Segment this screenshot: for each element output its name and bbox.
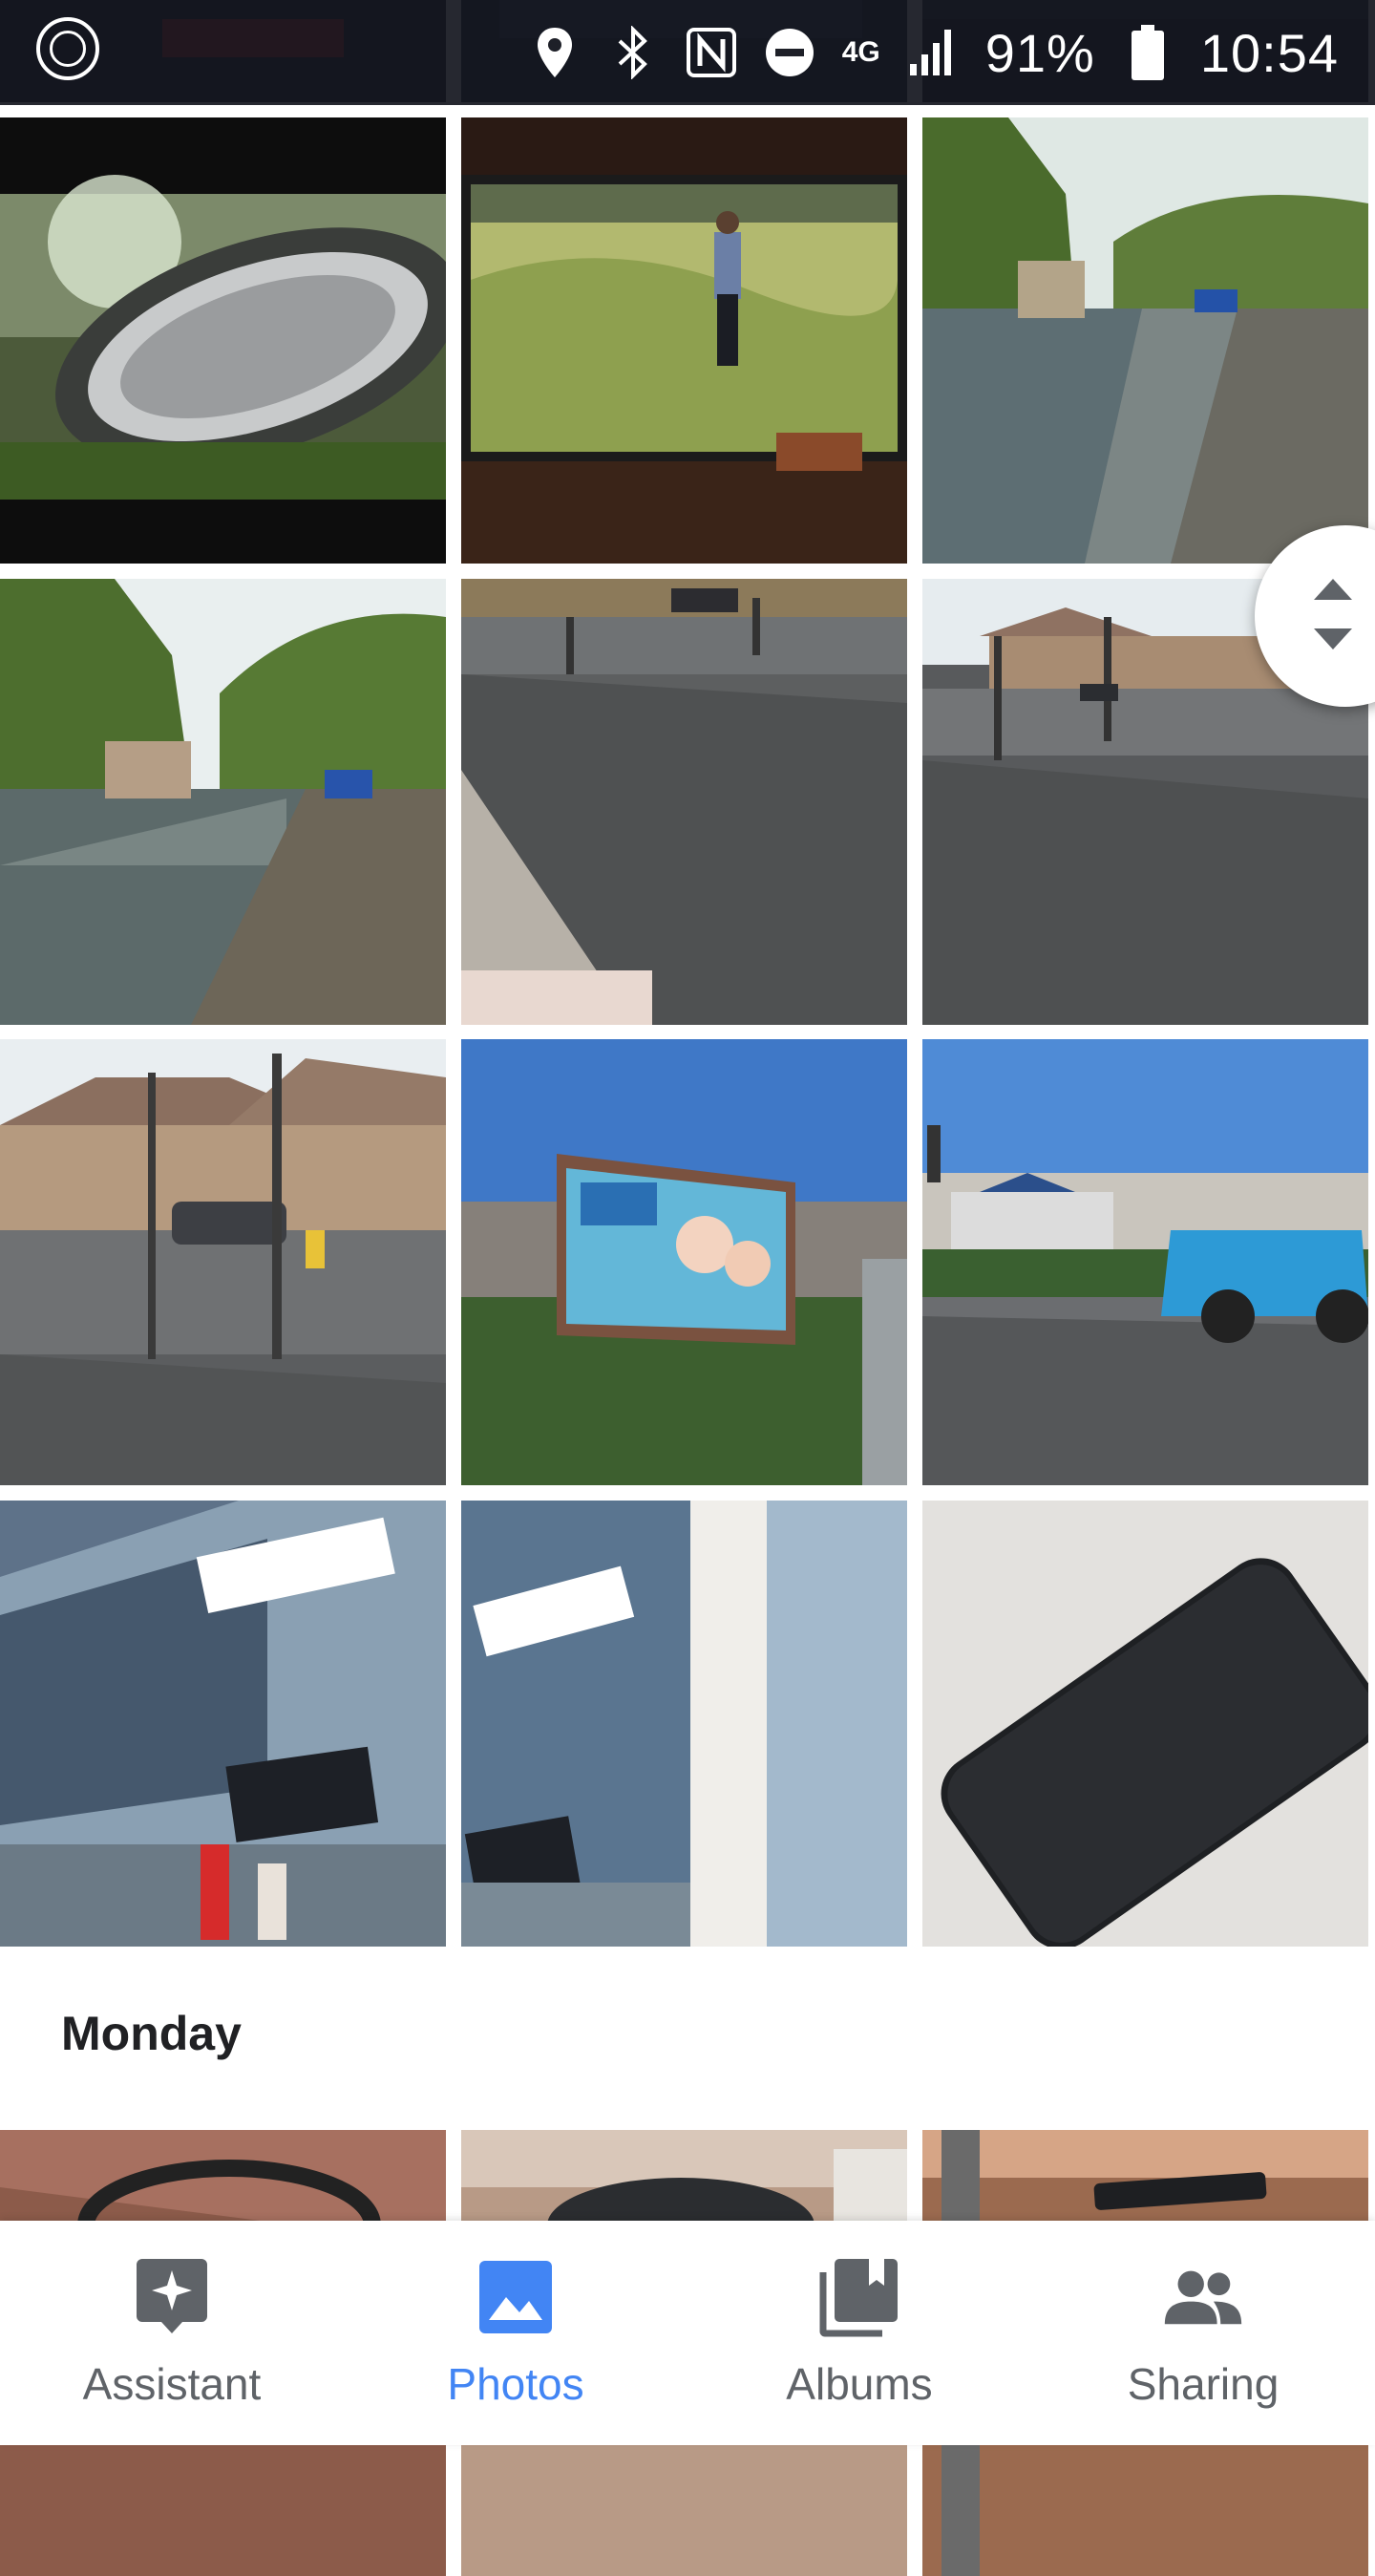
photo-costa-next-store[interactable]: [0, 1501, 446, 1947]
nav-photos-label: Photos: [447, 2359, 584, 2409]
photo-back-to-school-billboard[interactable]: [461, 1039, 907, 1485]
bluetooth-icon: [607, 24, 659, 81]
signal-icon: [907, 24, 959, 81]
assistant-icon: [132, 2257, 212, 2337]
nav-albums-label: Albums: [786, 2359, 933, 2409]
photo-canal-boat-1[interactable]: [922, 117, 1368, 564]
bottom-navigation: Assistant Photos Albums Sharing: [0, 2221, 1375, 2445]
nav-albums[interactable]: Albums: [688, 2221, 1031, 2445]
battery-percent: 91%: [984, 22, 1095, 83]
nav-sharing[interactable]: Sharing: [1031, 2221, 1375, 2445]
assistant-status-icon: [36, 17, 99, 80]
fast-scroll-handle[interactable]: [1255, 525, 1375, 707]
photo-road-kerb[interactable]: [461, 579, 907, 1025]
nav-assistant-label: Assistant: [82, 2359, 262, 2409]
photo-phone-on-table[interactable]: [922, 1501, 1368, 1947]
nav-sharing-label: Sharing: [1127, 2359, 1280, 2409]
battery-icon: [1122, 24, 1174, 81]
photo-canal-boat-2[interactable]: [0, 579, 446, 1025]
network-type-label: 4G: [841, 36, 880, 68]
photo-golfer-on-tv[interactable]: [461, 117, 907, 564]
sharing-icon: [1163, 2257, 1243, 2337]
nav-assistant[interactable]: Assistant: [0, 2221, 344, 2445]
section-header-monday: Monday: [61, 2007, 242, 2060]
nav-photos[interactable]: Photos: [344, 2221, 688, 2445]
do-not-disturb-icon: [764, 24, 815, 81]
photo-blue-car-retail-park[interactable]: [922, 1039, 1368, 1485]
photo-pga-europro-tour-tv[interactable]: [0, 117, 446, 564]
nfc-icon: [686, 24, 737, 81]
location-icon: [529, 24, 581, 81]
status-bar: 4G 91% 10:54: [0, 0, 1375, 105]
photo-costa-store[interactable]: [461, 1501, 907, 1947]
photo-road-traffic-lights-2[interactable]: [0, 1039, 446, 1485]
clock: 10:54: [1199, 22, 1339, 83]
photos-icon: [476, 2257, 556, 2337]
scroll-arrows-icon: [1314, 579, 1352, 649]
status-right-cluster: 4G 91% 10:54: [529, 0, 1339, 105]
albums-icon: [819, 2257, 899, 2337]
